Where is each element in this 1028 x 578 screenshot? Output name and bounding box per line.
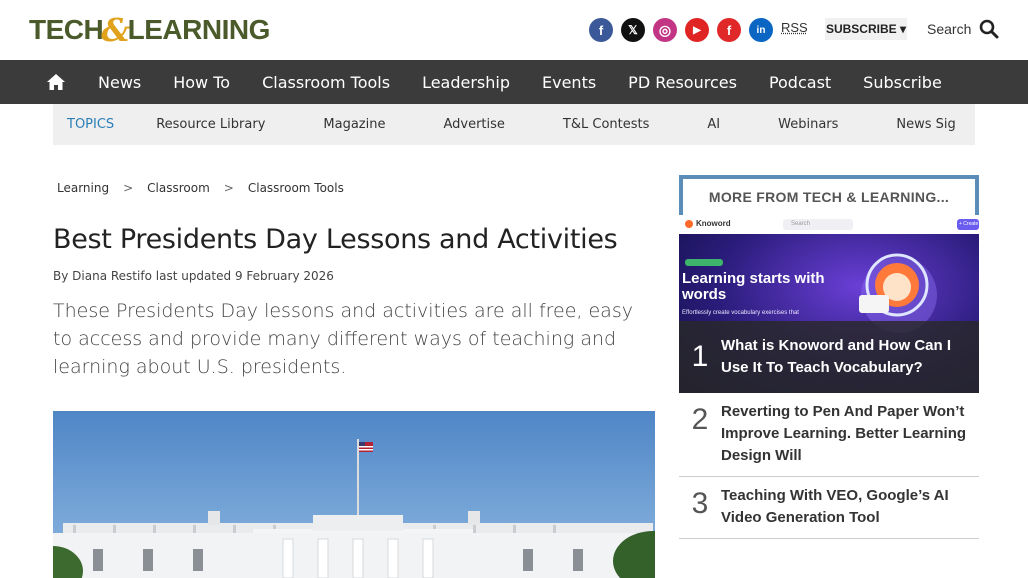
byline-by: By [53,269,69,283]
site-header: TECH & LEARNING f 𝕏 ◎ ▶ f in RSS SUBSCRIBE… [0,0,1028,60]
logo-text-learning: LEARNING [127,14,271,45]
nav-item-leadership[interactable]: Leadership [422,73,510,92]
search-icon [980,19,999,39]
rank-number: 2 [691,403,709,436]
search-label: Search [927,21,972,37]
updated-label: last updated [155,269,232,283]
instagram-icon[interactable]: ◎ [653,18,677,42]
more-from-panel: MORE FROM TECH & LEARNING... Knoword Sea… [679,175,979,539]
topic-magazine[interactable]: Magazine [323,117,385,132]
more-from-heading: MORE FROM TECH & LEARNING... [679,175,979,215]
nav-item-news[interactable]: News [98,73,141,92]
nav-item-events[interactable]: Events [542,73,596,92]
facebook-icon[interactable]: f [589,18,613,42]
topic-contests[interactable]: T&L Contests [563,117,649,132]
publish-date: 9 February 2026 [234,269,334,283]
author-link[interactable]: Diana Restifo [72,269,152,283]
site-logo[interactable]: TECH & LEARNING [29,11,271,49]
rss-link[interactable]: RSS [781,20,808,35]
nav-item-podcast[interactable]: Podcast [769,73,831,92]
topics-bar: TOPICS Resource Library Magazine Adverti… [53,104,975,145]
topic-news-signup[interactable]: News Sig [896,117,955,132]
featured-overlay: 1 What is Knoword and How Can I Use It T… [679,321,979,393]
topic-resource-library[interactable]: Resource Library [156,117,265,132]
x-icon[interactable]: 𝕏 [621,18,645,42]
article-link-title[interactable]: Teaching With VEO, Google’s AI Video Gen… [721,485,971,529]
linkedin-icon[interactable]: in [749,18,773,42]
home-button[interactable] [0,60,110,104]
breadcrumb-separator: > [123,181,134,195]
hero-image-white-house [53,411,655,578]
article-link-title[interactable]: Reverting to Pen And Paper Won’t Improve… [721,401,971,467]
featured-search-placeholder: Search [791,221,811,227]
featured-brand: Knoword [696,219,731,228]
topic-ai[interactable]: AI [707,117,720,132]
page-title: Best Presidents Day Lessons and Activiti… [53,224,618,255]
flipboard-icon[interactable]: f [717,18,741,42]
topic-webinars[interactable]: Webinars [778,117,838,132]
subscribe-dropdown[interactable]: SUBSCRIBE ▾ [825,18,907,40]
breadcrumb-learning[interactable]: Learning [57,181,109,195]
list-item[interactable]: 2 Reverting to Pen And Paper Won’t Impro… [679,393,979,477]
article-lede: These Presidents Day lessons and activit… [53,300,633,378]
featured-create-button: + Create [959,221,979,227]
featured-article-card[interactable]: Knoword Search + Create Learning starts … [679,215,979,393]
breadcrumb-separator: > [223,181,234,195]
featured-article-title[interactable]: What is Knoword and How Can I Use It To … [721,335,971,379]
nav-item-subscribe[interactable]: Subscribe [863,73,942,92]
byline: By Diana Restifo last updated 9 February… [53,269,334,283]
featured-image-sub: Effortlessly create vocabulary exercises… [682,310,799,316]
breadcrumb: Learning > Classroom > Classroom Tools [57,181,344,195]
main-nav: News How To Classroom Tools Leadership E… [0,60,1028,104]
nav-item-pd-resources[interactable]: PD Resources [628,73,737,92]
nav-item-how-to[interactable]: How To [173,73,230,92]
topics-label: TOPICS [67,117,115,132]
social-links: f 𝕏 ◎ ▶ f in [589,18,773,42]
topic-advertise[interactable]: Advertise [443,117,504,132]
logo-text-tech: TECH [29,14,104,45]
list-item[interactable]: 3 Teaching With VEO, Google’s AI Video G… [679,477,979,539]
rank-number: 1 [691,340,709,373]
breadcrumb-classroom-tools[interactable]: Classroom Tools [248,181,344,195]
logo-ampersand: & [101,11,130,49]
youtube-icon[interactable]: ▶ [685,18,709,42]
search-button[interactable]: Search [927,19,999,39]
nav-item-classroom-tools[interactable]: Classroom Tools [262,73,390,92]
rank-number: 3 [691,487,709,520]
featured-image-headline: Learning starts with words [682,270,825,303]
home-icon [47,74,65,90]
breadcrumb-classroom[interactable]: Classroom [147,181,210,195]
